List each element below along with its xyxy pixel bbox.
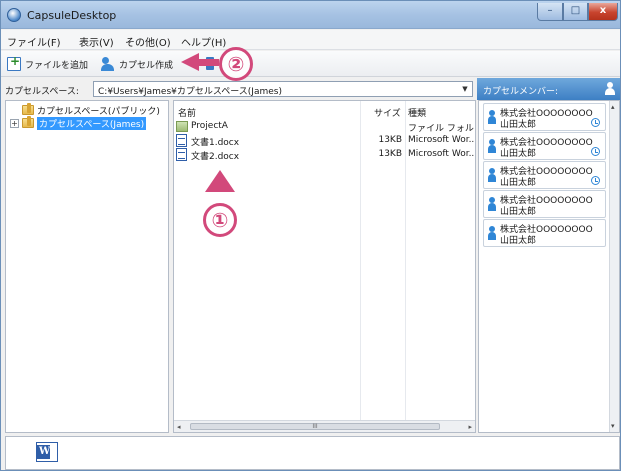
annotation-step-2: ② xyxy=(219,47,253,81)
member-card[interactable]: 株式会社OOOOOOOO 山田太郎 xyxy=(483,132,606,160)
toolbar: ファイルを追加 カプセル作成 xyxy=(1,51,620,77)
folder-icon xyxy=(176,121,188,132)
add-file-button[interactable]: ファイルを追加 xyxy=(7,54,89,73)
person-icon xyxy=(488,168,496,182)
person-icon xyxy=(488,110,496,124)
person-icon xyxy=(488,226,496,240)
bottom-drop-bar: W xyxy=(5,436,620,470)
file-row[interactable]: 文書2.docx 13KB Microsoft Wor... xyxy=(174,148,474,162)
capsule-space-path-select[interactable]: C:¥Users¥James¥カプセルスペース(James) ▼ xyxy=(93,81,473,97)
minimize-button[interactable]: – xyxy=(537,3,563,21)
file-row[interactable]: 文書1.docx 13KB Microsoft Wor... xyxy=(174,134,474,148)
scroll-thumb[interactable]: III xyxy=(190,423,440,430)
capsule-desktop-window: CapsuleDesktop – □ x ファイル(F) 表示(V) その他(O… xyxy=(0,0,621,471)
file-list-panel: 名前 サイズ 種類 ProjectA ファイル フォルダー 文書1.docx 1… xyxy=(173,100,476,433)
add-file-icon xyxy=(7,54,21,71)
capsule-members-title: カプセルメンバー: xyxy=(483,87,559,97)
member-name: 山田太郎 xyxy=(500,236,537,246)
menu-bar: ファイル(F) 表示(V) その他(O) ヘルプ(H) xyxy=(1,30,620,50)
close-button[interactable]: x xyxy=(588,3,618,21)
expand-icon[interactable]: + xyxy=(10,118,19,128)
file-type: Microsoft Wor... xyxy=(408,149,474,159)
scroll-left-icon[interactable]: ◂ xyxy=(177,423,181,431)
file-size: 13KB xyxy=(378,135,402,145)
app-logo-icon xyxy=(7,8,21,22)
word-app-icon[interactable]: W xyxy=(36,442,58,462)
person-icon xyxy=(488,139,496,153)
folder-tree-panel: カプセルスペース(パブリック) + カプセルスペース(James) xyxy=(5,100,169,433)
member-name: 山田太郎 xyxy=(500,178,537,188)
member-card[interactable]: 株式会社OOOOOOOO 山田太郎 xyxy=(483,190,606,218)
chevron-down-icon[interactable]: ▼ xyxy=(459,83,471,95)
create-capsule-button[interactable]: カプセル作成 xyxy=(101,55,173,73)
menu-file[interactable]: ファイル(F) xyxy=(7,34,61,49)
scroll-right-icon[interactable]: ▸ xyxy=(468,423,472,431)
column-header-type[interactable]: 種類 xyxy=(408,106,426,119)
member-card[interactable]: 株式会社OOOOOOOO 山田太郎 xyxy=(483,161,606,189)
column-header-name[interactable]: 名前 xyxy=(178,106,196,119)
vertical-scrollbar[interactable]: ▴ ▾ xyxy=(609,101,619,432)
annotation-arrow-bar xyxy=(197,59,219,66)
capsule-members-panel: 株式会社OOOOOOOO 山田太郎 株式会社OOOOOOOO 山田太郎 株式会社… xyxy=(478,100,620,433)
tree-item-label: カプセルスペース(パブリック) xyxy=(37,106,160,117)
capsule-person-icon xyxy=(101,57,115,71)
capsule-members-header: カプセルメンバー: xyxy=(477,78,620,100)
tree-item-label: カプセルスペース(James) xyxy=(37,116,147,130)
person-icon xyxy=(488,197,496,211)
horizontal-scrollbar[interactable]: ◂ III ▸ xyxy=(174,420,475,432)
file-name: ProjectA xyxy=(191,121,228,131)
add-file-label: ファイルを追加 xyxy=(25,60,89,71)
maximize-button[interactable]: □ xyxy=(563,3,588,21)
file-type: ファイル フォルダー xyxy=(408,124,474,134)
member-name: 山田太郎 xyxy=(500,149,537,159)
clock-icon xyxy=(591,118,600,127)
file-name: 文書1.docx xyxy=(191,138,240,148)
window-title: CapsuleDesktop xyxy=(27,9,117,22)
menu-other[interactable]: その他(O) xyxy=(125,34,171,49)
member-card[interactable]: 株式会社OOOOOOOO 山田太郎 xyxy=(483,103,606,131)
member-card[interactable]: 株式会社OOOOOOOO 山田太郎 xyxy=(483,219,606,247)
annotation-step-1: ① xyxy=(203,203,237,237)
folder-icon xyxy=(22,116,34,128)
scroll-up-icon[interactable]: ▴ xyxy=(611,103,615,111)
word-document-icon xyxy=(176,134,187,147)
folder-icon xyxy=(22,103,34,115)
scroll-down-icon[interactable]: ▾ xyxy=(611,422,615,430)
menu-view[interactable]: 表示(V) xyxy=(79,34,114,49)
file-row[interactable]: ProjectA ファイル フォルダー xyxy=(174,120,474,134)
capsule-space-path-value: C:¥Users¥James¥カプセルスペース(James) xyxy=(98,87,282,97)
tree-item-public[interactable]: カプセルスペース(パブリック) xyxy=(22,103,160,117)
member-name: 山田太郎 xyxy=(500,207,537,217)
file-type: Microsoft Wor... xyxy=(408,135,474,145)
word-document-icon xyxy=(176,148,187,161)
create-capsule-label: カプセル作成 xyxy=(119,60,174,71)
file-name: 文書2.docx xyxy=(191,152,240,162)
column-header-size[interactable]: サイズ xyxy=(374,106,401,119)
capsule-space-path-row: カプセルスペース: C:¥Users¥James¥カプセルスペース(James)… xyxy=(1,78,475,100)
annotation-arrow-up-icon xyxy=(205,170,235,192)
capsule-space-label: カプセルスペース: xyxy=(5,87,79,97)
tree-item-james[interactable]: + カプセルスペース(James) xyxy=(10,116,147,130)
title-bar[interactable]: CapsuleDesktop – □ x xyxy=(1,1,620,29)
menu-help[interactable]: ヘルプ(H) xyxy=(181,34,226,49)
word-letter: W xyxy=(39,446,51,457)
clock-icon xyxy=(591,176,600,185)
file-size: 13KB xyxy=(378,149,402,159)
member-name: 山田太郎 xyxy=(500,120,537,130)
clock-icon xyxy=(591,147,600,156)
add-member-icon[interactable] xyxy=(605,82,615,96)
